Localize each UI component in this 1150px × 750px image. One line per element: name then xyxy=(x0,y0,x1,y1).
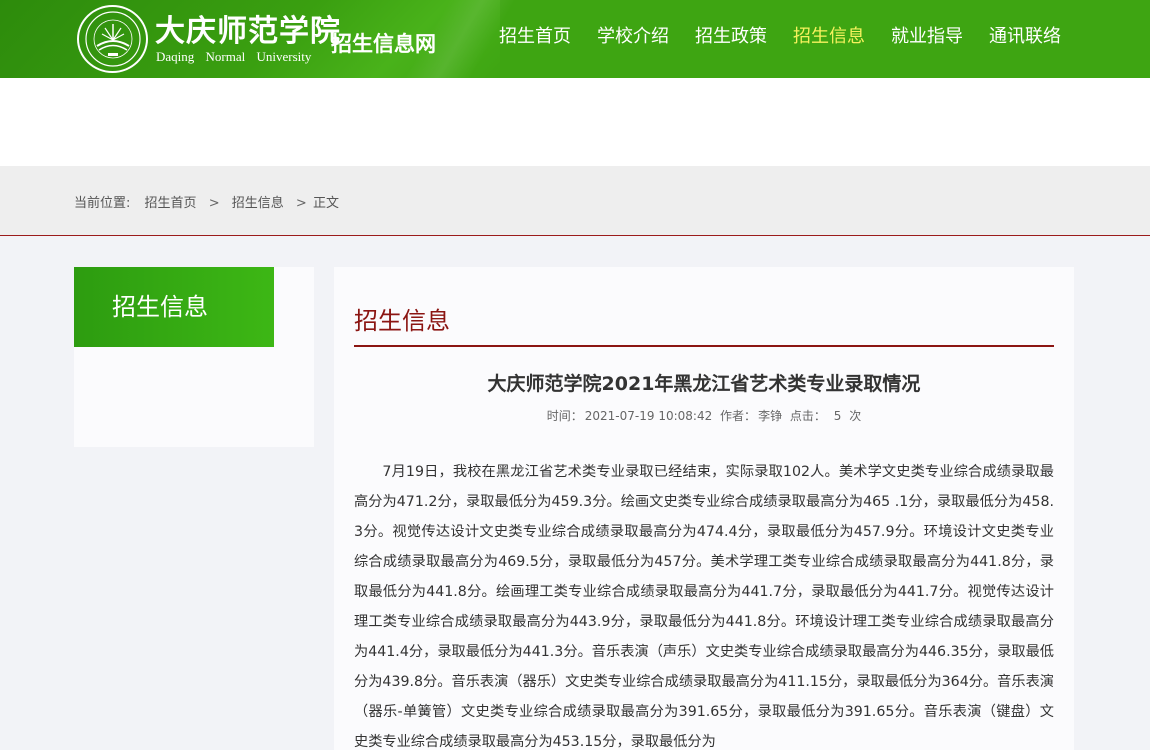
emblem-graphic-icon xyxy=(84,11,141,67)
banner-area xyxy=(0,78,1150,166)
breadcrumb-separator: > xyxy=(208,196,220,211)
main-nav: 招生首页 学校介绍 招生政策 招生信息 就业指导 通讯联络 xyxy=(486,0,1074,70)
school-emblem-icon[interactable] xyxy=(77,5,148,73)
section-title: 招生信息 xyxy=(354,307,450,335)
meta-time-label: 时间： xyxy=(546,409,583,423)
breadcrumb-prefix: 当前位置: xyxy=(74,196,131,211)
meta-clicks-unit: 次 xyxy=(849,409,862,423)
sidebar: 招生信息 xyxy=(74,267,314,447)
school-name-en[interactable]: Daqing Normal University xyxy=(156,49,311,65)
section-divider xyxy=(354,345,1054,347)
breadcrumb-section-link[interactable]: 招生信息 xyxy=(232,192,284,211)
nav-item-home[interactable]: 招生首页 xyxy=(486,22,584,48)
meta-clicks-label: 点击： xyxy=(789,409,826,423)
breadcrumb-separator: > xyxy=(295,196,307,211)
breadcrumb: 当前位置: 招生首页 > 招生信息 > 正文 xyxy=(74,192,339,211)
breadcrumb-home-link[interactable]: 招生首页 xyxy=(145,192,197,211)
nav-item-career[interactable]: 就业指导 xyxy=(878,22,976,48)
nav-item-policy[interactable]: 招生政策 xyxy=(682,22,780,48)
sidebar-title: 招生信息 xyxy=(74,267,274,347)
breadcrumb-current: 正文 xyxy=(312,196,339,211)
article-title: 大庆师范学院2021年黑龙江省艺术类专业录取情况 xyxy=(487,373,921,395)
meta-clicks: 5 xyxy=(833,409,842,423)
meta-author-label: 作者： xyxy=(720,409,757,423)
site-name[interactable]: 招生信息网 xyxy=(331,28,436,58)
article-body: 7月19日，我校在黑龙江省艺术类专业录取已经结束，实际录取102人。美术学文史类… xyxy=(354,464,1054,750)
nav-item-contact[interactable]: 通讯联络 xyxy=(976,22,1074,48)
school-name-cn[interactable]: 大庆师范学院 xyxy=(155,6,341,50)
breadcrumb-bar: 当前位置: 招生首页 > 招生信息 > 正文 xyxy=(0,166,1150,236)
article-meta: 时间： 2021-07-19 10:08:42 作者： 李铮 点击： 5 次 xyxy=(354,407,1054,424)
site-header: 大庆师范学院 Daqing Normal University 招生信息网 招生… xyxy=(0,0,1150,78)
meta-time: 2021-07-19 10:08:42 xyxy=(584,409,713,423)
article-panel: 招生信息 大庆师范学院2021年黑龙江省艺术类专业录取情况 时间： 2021-07… xyxy=(334,267,1074,750)
meta-author: 李铮 xyxy=(758,409,783,423)
nav-item-about[interactable]: 学校介绍 xyxy=(584,22,682,48)
nav-item-admission-info[interactable]: 招生信息 xyxy=(780,22,878,48)
